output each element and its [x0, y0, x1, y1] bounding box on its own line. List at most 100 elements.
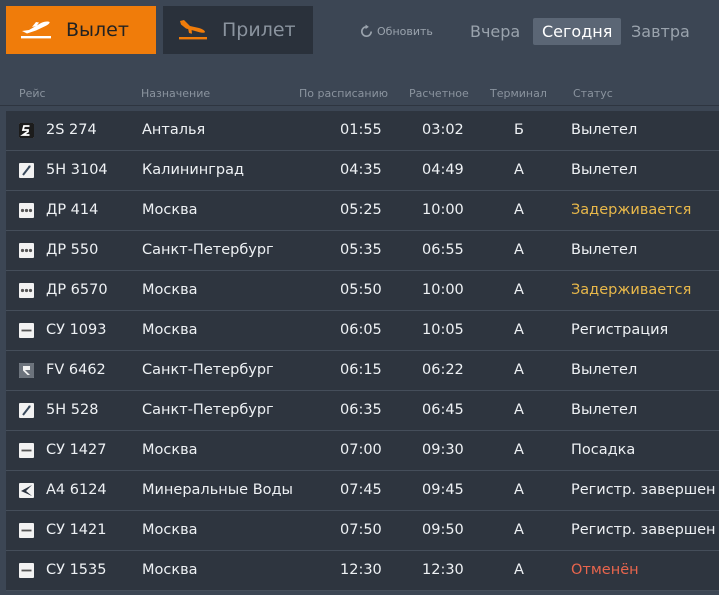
estimated-time: 04:49 [422, 162, 464, 178]
day-yesterday-button[interactable]: Вчера [461, 18, 529, 45]
flight-number: 5Н 528 [46, 402, 99, 418]
status: Отменён [571, 562, 639, 578]
tab-arrivals[interactable]: Прилет [163, 6, 313, 54]
scheduled-time: 06:15 [340, 362, 382, 378]
plane-landing-icon [179, 20, 207, 40]
table-row[interactable]: СУ 1535 Москва 12:30 12:30 А Отменён [6, 551, 719, 591]
destination: Санкт-Петербург [142, 242, 274, 258]
estimated-time: 09:50 [422, 522, 464, 538]
table-row[interactable]: 5Н 528 Санкт-Петербург 06:35 06:45 А Вылетел [6, 391, 719, 431]
table-row[interactable]: ДР 6570 Москва 05:50 10:00 А Задерживается [6, 271, 719, 311]
flight-number: СУ 1427 [46, 442, 107, 458]
table-header: Рейс Назначение По расписанию Расчетное … [0, 82, 719, 106]
estimated-time: 06:45 [422, 402, 464, 418]
terminal: А [514, 282, 524, 298]
scheduled-time: 05:25 [340, 202, 382, 218]
terminal: А [514, 202, 524, 218]
airline-su-logo-icon [19, 523, 34, 538]
tab-arrivals-label: Прилет [222, 19, 296, 41]
destination: Санкт-Петербург [142, 362, 274, 378]
plane-takeoff-icon [21, 21, 51, 39]
estimated-time: 06:22 [422, 362, 464, 378]
scheduled-time: 05:50 [340, 282, 382, 298]
destination: Москва [142, 322, 198, 338]
estimated-time: 06:55 [422, 242, 464, 258]
terminal: А [514, 522, 524, 538]
tab-departures[interactable]: Вылет [6, 6, 156, 54]
terminal: А [514, 162, 524, 178]
airline-su-logo-icon [19, 443, 34, 458]
terminal: А [514, 442, 524, 458]
destination: Минеральные Воды [142, 482, 293, 498]
destination: Анталья [142, 122, 206, 138]
status: Вылетел [571, 162, 638, 178]
destination: Москва [142, 282, 198, 298]
estimated-time: 10:05 [422, 322, 464, 338]
status: Посадка [571, 442, 636, 458]
column-header-estimated: Расчетное [409, 87, 469, 100]
terminal: А [514, 562, 524, 578]
flight-number: FV 6462 [46, 362, 106, 378]
terminal: А [514, 322, 524, 338]
day-tomorrow-button[interactable]: Завтра [622, 18, 699, 45]
estimated-time: 09:30 [422, 442, 464, 458]
column-header-terminal: Терминал [490, 87, 547, 100]
estimated-time: 09:45 [422, 482, 464, 498]
airline-5n-logo-icon [19, 403, 34, 418]
flight-number: СУ 1421 [46, 522, 107, 538]
table-row[interactable]: А4 6124 Минеральные Воды 07:45 09:45 А Регист… [6, 471, 719, 511]
airline-5n-logo-icon [19, 163, 34, 178]
destination: Москва [142, 442, 198, 458]
destination: Москва [142, 522, 198, 538]
airline-a4-logo-icon [19, 483, 34, 498]
table-row[interactable]: ДР 414 Москва 05:25 10:00 А Задерживается [6, 191, 719, 231]
flight-number: ДР 550 [46, 242, 99, 258]
airline-dp-logo-icon [19, 203, 34, 218]
terminal: Б [514, 122, 524, 138]
refresh-button[interactable]: Обновить [359, 24, 433, 39]
column-header-status: Статус [573, 87, 613, 100]
day-today-button[interactable]: Сегодня [533, 18, 622, 45]
estimated-time: 10:00 [422, 202, 464, 218]
terminal: А [514, 402, 524, 418]
airline-2s-logo-icon [19, 123, 34, 138]
column-header-destination: Назначение [141, 87, 211, 100]
flight-number: ДР 414 [46, 202, 99, 218]
status: Задерживается [571, 202, 692, 218]
status: Вылетел [571, 122, 638, 138]
flight-number: А4 6124 [46, 482, 107, 498]
flights-table: 2S 274 Анталья 01:55 03:02 Б Вылетел 5Н 3104 Ка… [6, 111, 719, 591]
table-row[interactable]: СУ 1427 Москва 07:00 09:30 А Посадка [6, 431, 719, 471]
scheduled-time: 01:55 [340, 122, 382, 138]
scheduled-time: 06:05 [340, 322, 382, 338]
scheduled-time: 05:35 [340, 242, 382, 258]
estimated-time: 10:00 [422, 282, 464, 298]
scheduled-time: 06:35 [340, 402, 382, 418]
table-row[interactable]: СУ 1093 Москва 06:05 10:05 А Регистрация [6, 311, 719, 351]
table-row[interactable]: 5Н 3104 Калининград 04:35 04:49 А Вылетел [6, 151, 719, 191]
flight-number: СУ 1093 [46, 322, 107, 338]
flight-number: 2S 274 [46, 122, 97, 138]
terminal: А [514, 242, 524, 258]
tab-departures-label: Вылет [66, 19, 129, 41]
terminal: А [514, 482, 524, 498]
destination: Москва [142, 562, 198, 578]
column-header-flight: Рейс [19, 87, 46, 100]
table-row[interactable]: СУ 1421 Москва 07:50 09:50 А Регистр. заверше… [6, 511, 719, 551]
airline-fv-logo-icon [19, 363, 34, 378]
airline-dp-logo-icon [19, 283, 34, 298]
estimated-time: 12:30 [422, 562, 464, 578]
estimated-time: 03:02 [422, 122, 464, 138]
airline-su-logo-icon [19, 563, 34, 578]
table-row[interactable]: 2S 274 Анталья 01:55 03:02 Б Вылетел [6, 111, 719, 151]
scheduled-time: 04:35 [340, 162, 382, 178]
airline-su-logo-icon [19, 323, 34, 338]
table-row[interactable]: ДР 550 Санкт-Петербург 05:35 06:55 А Вылетел [6, 231, 719, 271]
status: Регистрация [571, 322, 669, 338]
airline-dp-logo-icon [19, 243, 34, 258]
top-bar: Вылет Прилет Обновить Вчера Сегодня Завт… [0, 0, 719, 66]
flight-number: СУ 1535 [46, 562, 107, 578]
column-header-scheduled: По расписанию [299, 87, 388, 100]
table-row[interactable]: FV 6462 Санкт-Петербург 06:15 06:22 А Вылетел [6, 351, 719, 391]
destination: Москва [142, 202, 198, 218]
